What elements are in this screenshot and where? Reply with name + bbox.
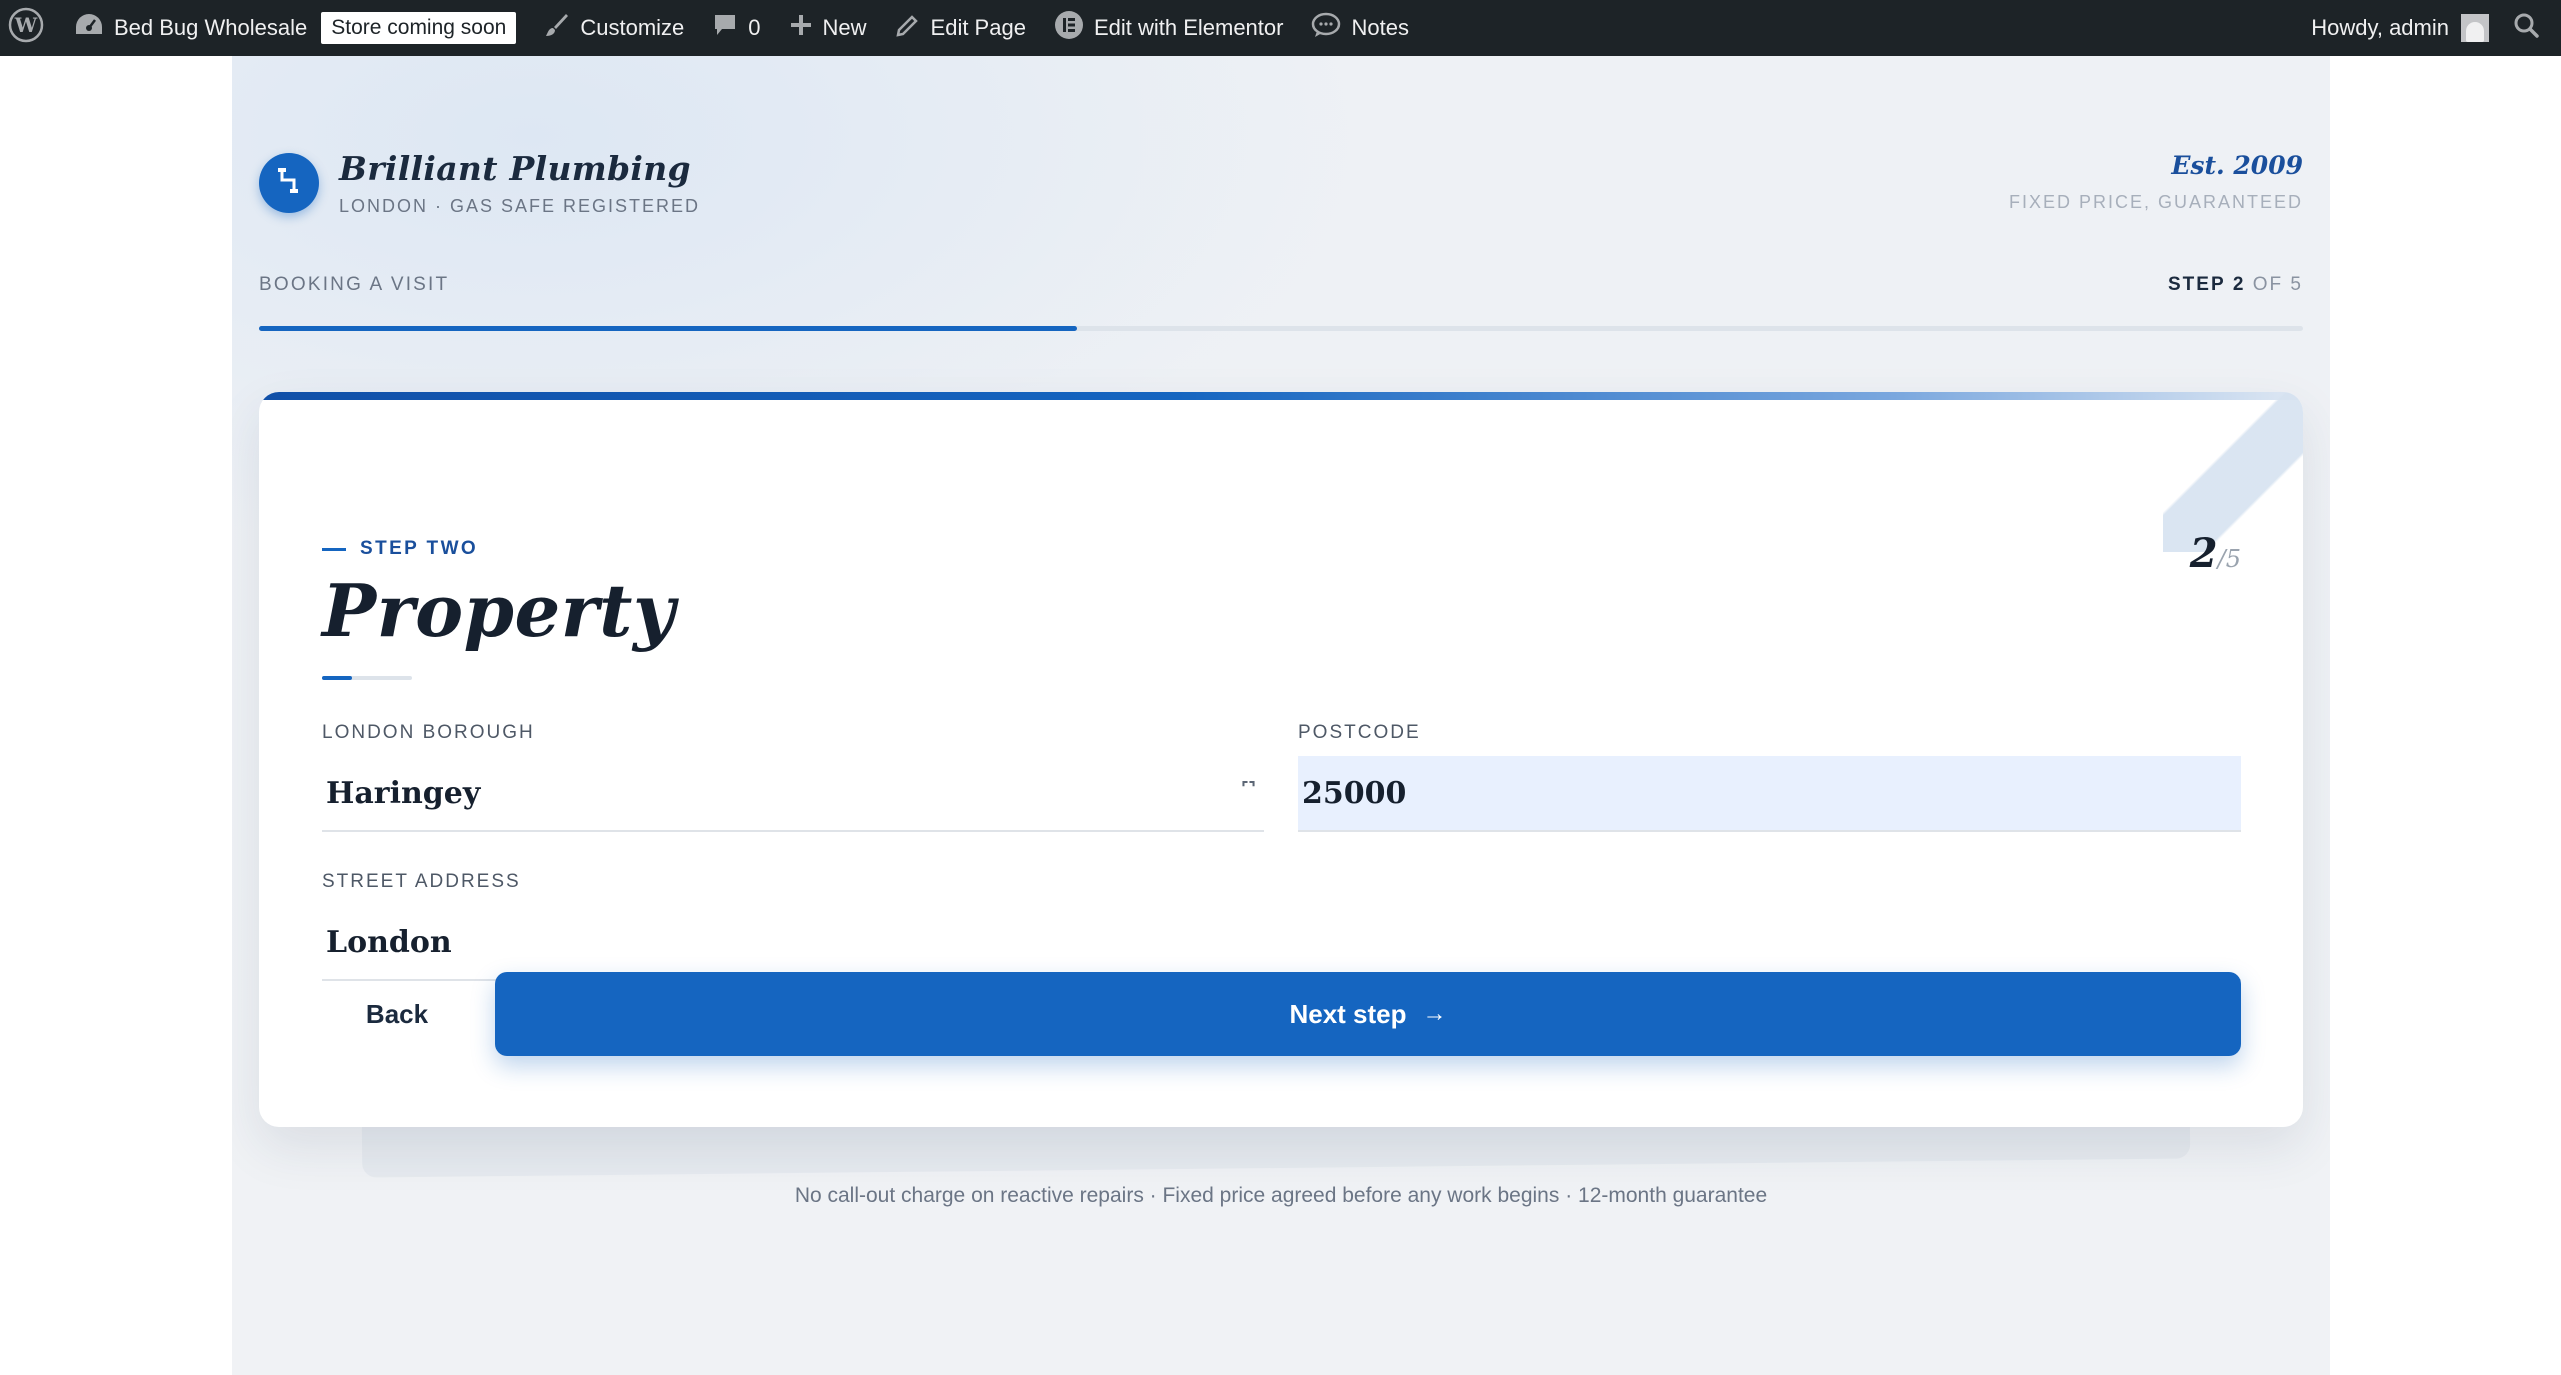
step-eyebrow-label: STEP TWO [360, 538, 479, 559]
progress-bar-fill [259, 326, 1077, 331]
edit-elementor-label: Edit with Elementor [1093, 15, 1284, 40]
step-current: 2 [2232, 274, 2246, 295]
booking-page: Brilliant Plumbing LONDON · GAS SAFE REG… [232, 56, 2330, 1375]
store-status-badge[interactable]: Store coming soon [321, 12, 517, 44]
notes-icon [1311, 12, 1341, 44]
card-accent-line [259, 392, 2303, 400]
street-address-value: London [326, 924, 452, 960]
brand-block: Brilliant Plumbing LONDON · GAS SAFE REG… [259, 149, 700, 217]
step-fraction: 2/5 [2190, 530, 2241, 577]
title-underline [322, 676, 412, 680]
postcode-value: 25000 [1302, 775, 1407, 811]
plus-icon [789, 13, 813, 43]
booking-label: BOOKING A VISIT [259, 274, 450, 295]
borough-value: Haringey [326, 775, 481, 811]
edit-elementor-link[interactable]: Edit with Elementor [1040, 0, 1298, 56]
borough-label: LONDON BOROUGH [322, 722, 535, 743]
admin-search-button[interactable] [2495, 0, 2561, 56]
brand-pipe-icon [276, 166, 302, 201]
edit-page-label: Edit Page [930, 15, 1026, 40]
wp-admin-bar: W Bed Bug Wholesale Store coming soon Cu… [0, 0, 2561, 56]
new-label: New [822, 15, 867, 40]
notes-label: Notes [1351, 15, 1409, 40]
fraction-total: /5 [2217, 545, 2241, 573]
card-corner-decoration [2163, 392, 2303, 552]
pencil-icon [895, 12, 921, 44]
price-guarantee: FIXED PRICE, GUARANTEED [2008, 192, 2303, 212]
eyebrow-dash [322, 547, 346, 551]
avatar [2461, 14, 2489, 42]
next-step-label: Next step [1289, 998, 1407, 1029]
wordpress-logo-icon: W [8, 7, 44, 49]
progress-bar [259, 326, 2303, 331]
brand-logo [259, 153, 319, 213]
comments-link[interactable]: 0 [698, 0, 774, 56]
edit-page-link[interactable]: Edit Page [881, 0, 1040, 56]
fraction-current: 2 [2189, 530, 2218, 577]
howdy-label: Howdy, admin [2311, 15, 2449, 40]
my-account-menu[interactable]: Howdy, admin [2297, 0, 2495, 56]
back-button-label: Back [365, 998, 429, 1029]
step-prefix: STEP [2168, 274, 2226, 295]
back-button[interactable]: Back [322, 972, 472, 1056]
postcode-input[interactable]: 25000 [1298, 756, 2241, 832]
brand-name: Brilliant Plumbing [339, 149, 691, 188]
booking-form-card: STEP TWO Property 2/5 LONDON BOROUGH Har… [259, 392, 2303, 1127]
next-step-button[interactable]: Next step → [495, 972, 2241, 1056]
elementor-icon [1054, 10, 1084, 46]
postcode-label: POSTCODE [1298, 722, 1421, 743]
new-content-menu[interactable]: New [775, 0, 881, 56]
street-address-label: STREET ADDRESS [322, 871, 521, 892]
established-year: Est. 2009 [2171, 151, 2303, 180]
established-block: Est. 2009 FIXED PRICE, GUARANTEED [2009, 151, 2303, 213]
comment-icon [712, 12, 738, 44]
borough-select[interactable]: Haringey ⌜⌝ [322, 756, 1264, 832]
dashboard-icon [74, 12, 104, 44]
site-name-label: Bed Bug Wholesale [114, 15, 308, 40]
wordpress-menu[interactable]: W [0, 0, 62, 56]
step-eyebrow: STEP TWO [322, 538, 478, 560]
form-title: Property [322, 568, 676, 653]
svg-text:W: W [14, 13, 38, 37]
paintbrush-icon [544, 12, 570, 44]
comments-count: 0 [748, 15, 761, 40]
chevron-down-icon: ⌜⌝ [1241, 778, 1256, 797]
search-icon [2513, 12, 2539, 44]
step-counter: STEP 2 OF 5 [2168, 274, 2303, 296]
site-name-menu[interactable]: Bed Bug Wholesale Store coming soon [62, 0, 530, 56]
customize-link[interactable]: Customize [530, 0, 698, 56]
street-address-input[interactable]: London [322, 905, 2241, 981]
step-suffix: OF 5 [2252, 274, 2303, 295]
footnote: No call-out charge on reactive repairs ·… [794, 1184, 1768, 1207]
notes-link[interactable]: Notes [1297, 0, 1422, 56]
arrow-right-icon: → [1422, 1000, 1447, 1027]
customize-label: Customize [580, 15, 685, 40]
brand-tagline: LONDON · GAS SAFE REGISTERED [339, 196, 701, 216]
